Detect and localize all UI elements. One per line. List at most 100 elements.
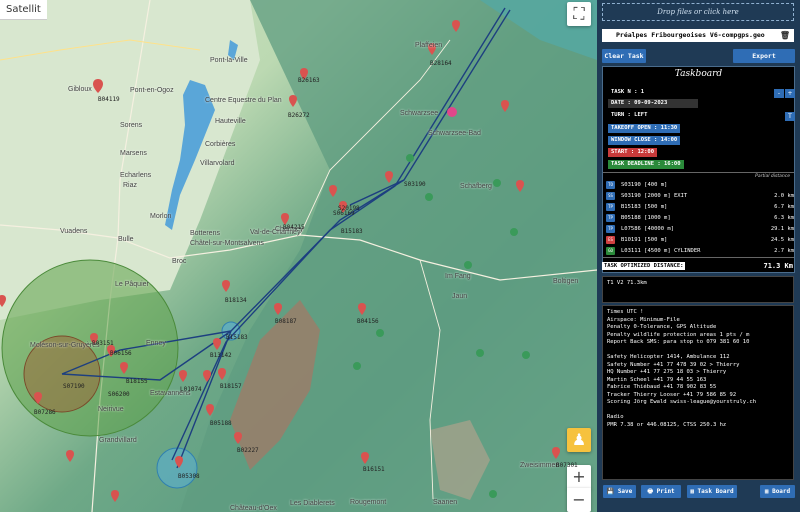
note-line: HQ Number +41 77 275 18 03 > Thierry: [607, 369, 727, 375]
waypoint-label[interactable]: S03190: [404, 181, 426, 188]
waypoint-label[interactable]: B04119: [98, 96, 120, 103]
turnpoint-type-badge: ES: [606, 236, 615, 244]
place-label: Gibloux: [68, 86, 92, 93]
turnpoint-row[interactable]: SS S03190 [2000 m] EXIT 2.0 km: [606, 191, 794, 201]
place-label: Botterens: [190, 230, 220, 237]
taskboard: Taskboard TASK N : 1 - + DATE : 09-09-20…: [602, 66, 795, 273]
task-notes-field[interactable]: Times UTC ! Airspace: Minimum-File Penalty…: [602, 305, 794, 480]
file-drop-zone[interactable]: Drop files or click here: [602, 3, 794, 21]
optimized-distance-value: 71.3 Km: [763, 262, 793, 270]
turnpoint-row[interactable]: TP L07586 [40000 m] 29.1 km: [606, 224, 794, 234]
task-deadline[interactable]: TASK DEADLINE : 16:00: [608, 160, 684, 169]
map-type-satellite-tab[interactable]: Satellit: [0, 0, 47, 20]
turnpoint-name: B15183 [500 m]: [621, 204, 668, 210]
note-line: [607, 407, 789, 415]
zoom-out-button[interactable]: −: [567, 488, 591, 512]
turnpoint-row[interactable]: TO S03190 [400 m]: [606, 180, 794, 190]
turnpoint-distance: 24.5 km: [770, 237, 794, 243]
clear-task-label: Clear Task: [604, 52, 644, 60]
turnpoint-row[interactable]: GO L03111 [4500 m] CYLINDER 2.7 km: [606, 246, 794, 256]
waypoint-label[interactable]: B05188: [210, 420, 232, 427]
waypoint-label[interactable]: B08187: [275, 318, 297, 325]
waypoint-label[interactable]: B05308: [178, 473, 200, 480]
taskboard-title: Taskboard: [674, 69, 723, 79]
note-line: Penalty wildlife protection areas 1 pts …: [607, 331, 750, 338]
loaded-file[interactable]: Préalpes Fribourgeoises V6-compgps.geo 🗑: [602, 29, 794, 42]
turnpoint-distance: 2.0 km: [774, 193, 794, 199]
turnpoint-row[interactable]: TP B05188 [1000 m] 6.3 km: [606, 213, 794, 223]
waypoint-label[interactable]: B15183: [341, 228, 363, 235]
waypoint-label[interactable]: B18134: [225, 297, 247, 304]
task-board-button[interactable]: ▦ Task Board: [687, 485, 737, 498]
task-date[interactable]: DATE : 09-09-2023: [608, 99, 698, 108]
task-summary-field[interactable]: T1 V2 71.3km: [602, 276, 794, 303]
turnpoint-name: L07586 [40000 m]: [621, 226, 674, 232]
turnpoint-distance: 6.3 km: [774, 215, 794, 221]
print-button[interactable]: 🖶 Print: [641, 485, 681, 498]
map-view[interactable]: Satellit ⛶ ♟ + − Gibloux Pont-en-Ogoz Sore…: [0, 0, 597, 512]
place-label: Pont-la-Ville: [210, 57, 248, 64]
waypoint-label[interactable]: B04215: [283, 224, 305, 231]
waypoint-label[interactable]: S07190: [63, 383, 85, 390]
waypoint-label[interactable]: B15183: [226, 334, 248, 341]
waypoint-label[interactable]: B28164: [430, 60, 452, 67]
note-line: Safety Number +41 77 478 39 02 > Thierry: [607, 361, 740, 368]
waypoint-label[interactable]: B26163: [298, 77, 320, 84]
waypoint-label[interactable]: B07286: [34, 409, 56, 416]
window-close[interactable]: WINDOW CLOSE : 14:00: [608, 136, 681, 145]
waypoint-label[interactable]: B02227: [237, 447, 259, 454]
fullscreen-icon: ⛶: [573, 4, 585, 23]
waypoint-label[interactable]: S06200: [108, 391, 130, 398]
waypoint-label[interactable]: B18157: [220, 383, 242, 390]
map-type-label: Satellit: [6, 4, 41, 15]
place-label: Grandvillard: [99, 437, 137, 444]
t-label: T: [788, 113, 792, 120]
place-label: Echarlens: [120, 172, 152, 179]
start-time[interactable]: START : 12:00: [608, 148, 658, 157]
waypoint-label[interactable]: B13142: [210, 352, 232, 359]
save-button[interactable]: 💾 Save: [603, 485, 636, 498]
waypoint-label[interactable]: B06156: [110, 350, 132, 357]
turn-toggle-button[interactable]: T: [785, 112, 795, 121]
takeoff-open[interactable]: TAKEOFF OPEN : 11:30: [608, 124, 681, 133]
task-plus-button[interactable]: +: [785, 89, 795, 98]
waypoint-label[interactable]: S06169: [333, 210, 355, 217]
clear-task-button[interactable]: Clear Task: [602, 49, 646, 63]
waypoint-label[interactable]: B07301: [556, 462, 578, 469]
optimized-distance-row: TASK OPTIMIZED DISTANCE: 71.3 Km: [602, 261, 793, 271]
waypoint-label[interactable]: B18155: [126, 378, 148, 385]
drop-label: Drop files or click here: [657, 8, 739, 16]
export-waypoints-button[interactable]: Export Waypoints: [733, 49, 795, 74]
note-line: Safety Helicopter 1414, Ambulance 112: [607, 354, 730, 360]
turnpoint-row[interactable]: TP B15183 [500 m] 6.7 km: [606, 202, 794, 212]
place-label: Vuadens: [60, 228, 88, 235]
task-minus-button[interactable]: -: [774, 89, 784, 98]
waypoint-label[interactable]: B03151: [92, 340, 114, 347]
place-label: Broc: [172, 258, 187, 265]
place-label: Centre Equestre du Plan: [205, 97, 282, 104]
place-label: Im Fang: [445, 273, 471, 280]
turnpoint-name: B10191 [500 m]: [621, 237, 668, 243]
task-summary: T1 V2 71.3km: [607, 280, 647, 286]
task-board-label: Task Board: [697, 488, 734, 495]
board-button[interactable]: ▦ Board: [760, 485, 795, 498]
waypoint-label[interactable]: B26272: [288, 112, 310, 119]
waypoint-label[interactable]: L01074: [180, 386, 202, 393]
place-label: Châtel-sur-Montsalvens: [190, 240, 264, 247]
zoom-in-label: +: [572, 467, 586, 486]
task-turn: TURN : LEFT: [611, 112, 648, 118]
turnpoint-row[interactable]: ES B10191 [500 m] 24.5 km: [606, 235, 794, 245]
street-view-button[interactable]: ♟: [567, 428, 591, 452]
note-line: PMR 7.38 or 446.08125, CTSS 250.3 hz: [607, 421, 727, 428]
place-label: Boltigen: [553, 278, 579, 285]
waypoint-label[interactable]: B04156: [357, 318, 379, 325]
trash-icon[interactable]: 🗑: [780, 29, 790, 42]
turnpoint-type-badge: TP: [606, 203, 615, 211]
place-label: Villarvolard: [200, 160, 235, 167]
note-line: Penalty 0-Tolerance, GPS Altitude: [607, 324, 717, 330]
zoom-out-label: −: [572, 490, 586, 509]
fullscreen-button[interactable]: ⛶: [567, 2, 591, 26]
place-label: Riaz: [123, 182, 138, 189]
place-label: Neirivue: [98, 406, 124, 413]
waypoint-label[interactable]: B16151: [363, 466, 385, 473]
